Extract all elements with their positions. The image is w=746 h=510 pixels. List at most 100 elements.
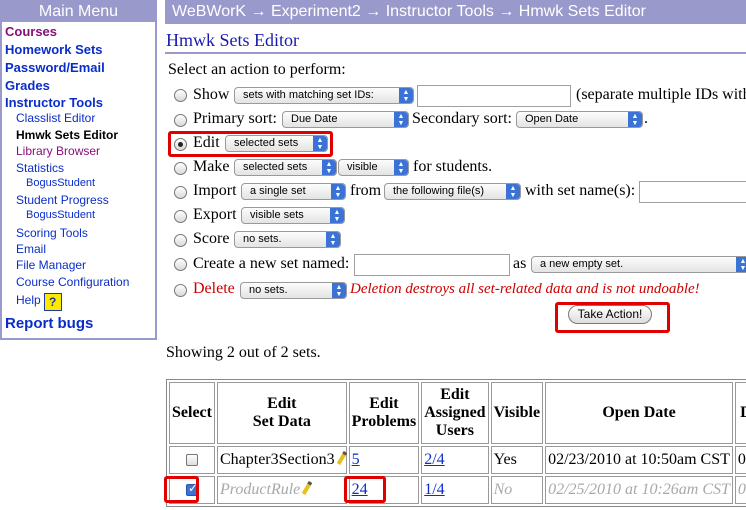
assigned-cell[interactable]: 2/4 [421, 446, 489, 474]
set-name-cell[interactable]: Chapter3Section3 [216, 446, 347, 474]
make-visibility-select[interactable]: visible ▲ ▼ [338, 159, 409, 176]
classlist-editor-link[interactable]: Classlist Editor [16, 111, 95, 125]
chevron-updown-icon: ▲ ▼ [330, 208, 344, 223]
course-configuration-link[interactable]: Course Configuration [16, 275, 129, 289]
main-menu-title: Main Menu [2, 2, 155, 22]
table-header-row: Select Edit Set Data Edit Problems Edit Ass… [169, 382, 746, 444]
create-radio[interactable] [174, 258, 187, 271]
make-radio[interactable] [174, 162, 187, 175]
assigned-users-link[interactable]: 2/4 [424, 451, 444, 468]
col-open-date-header[interactable]: Open Date [545, 382, 733, 444]
help-icon[interactable]: ? [43, 293, 62, 311]
chevron-updown-icon: ▲ ▼ [331, 184, 345, 199]
statistics-link[interactable]: Statistics [16, 161, 64, 175]
courses-link[interactable]: Courses [5, 24, 57, 39]
assigned-users-link[interactable]: 1/4 [424, 481, 444, 498]
problems-cell[interactable]: 5 [348, 446, 420, 474]
sets-table: Select Edit Set Data Edit Problems Edit Ass… [166, 379, 746, 507]
show-radio[interactable] [174, 89, 187, 102]
title-divider [165, 52, 746, 54]
chevron-updown-icon: ▲ ▼ [399, 88, 413, 103]
delete-warning: Deletion destroys all set-related data a… [350, 281, 700, 297]
make-sets-select[interactable]: selected sets ▲ ▼ [234, 159, 337, 176]
pencil-icon[interactable] [302, 480, 313, 496]
primary-sort-select[interactable]: Due Date ▲ ▼ [282, 111, 409, 128]
chevron-updown-icon: ▲ ▼ [313, 136, 327, 151]
show-select[interactable]: sets with matching set IDs: ▲ ▼ [234, 87, 414, 104]
chevron-updown-icon: ▲ ▼ [506, 184, 520, 199]
visible-cell: No [490, 476, 544, 504]
pencil-icon[interactable] [336, 450, 347, 466]
delete-select[interactable]: no sets. ▲ ▼ [240, 282, 347, 299]
report-bugs-link[interactable]: Report bugs [5, 315, 93, 332]
assigned-cell[interactable]: 1/4 [421, 476, 489, 504]
student-progress-link[interactable]: Student Progress [16, 193, 109, 207]
file-manager-link[interactable]: File Manager [16, 258, 86, 272]
col-due-date-header[interactable]: D [734, 382, 746, 444]
create-set-name-input[interactable] [354, 254, 510, 276]
table-row: ProductRule 24 1/4 No 02/25/2010 at 10:2… [169, 476, 746, 504]
help-link[interactable]: Help [16, 293, 41, 307]
hmwk-sets-editor-current: Hmwk Sets Editor [16, 128, 119, 142]
password-email-link[interactable]: Password/Email [5, 60, 105, 75]
delete-label: Delete [193, 280, 235, 297]
show-ids-input[interactable] [417, 85, 571, 107]
row-select-cell[interactable] [169, 446, 215, 474]
action-prompt: Select an action to perform: [168, 61, 346, 78]
breadcrumb: WeBWorK → Experiment2 → Instructor Tools… [165, 0, 746, 24]
export-radio[interactable] [174, 210, 187, 223]
open-date-cell: 02/25/2010 at 10:26am CST [545, 476, 733, 504]
showing-count: Showing 2 out of 2 sets. [166, 344, 321, 361]
library-browser-link[interactable]: Library Browser [16, 144, 100, 158]
chevron-updown-icon: ▲ ▼ [628, 112, 642, 127]
homework-sets-link[interactable]: Homework Sets [5, 42, 103, 57]
instructor-tools-link[interactable]: Instructor Tools [5, 95, 103, 110]
main-menu: Main Menu Courses Homework Sets Password… [0, 0, 157, 340]
score-select[interactable]: no sets. ▲ ▼ [234, 231, 341, 248]
help-item[interactable]: Help? [16, 293, 62, 311]
email-link[interactable]: Email [16, 242, 46, 256]
import-from-label: from [350, 182, 382, 199]
col-edit-assigned-header[interactable]: Edit Assigned Users [421, 382, 489, 444]
checkbox-highlight-box [164, 476, 199, 503]
grades-link[interactable]: Grades [5, 78, 50, 93]
make-suffix: for students. [413, 158, 493, 175]
chevron-updown-icon: ▲ ▼ [326, 232, 340, 247]
col-select-header: Select [169, 382, 215, 444]
take-action-button[interactable]: Take Action! [568, 305, 652, 324]
col-edit-problems-header[interactable]: Edit Problems [348, 382, 420, 444]
col-edit-set-data-header[interactable]: Edit Set Data [216, 382, 347, 444]
import-radio[interactable] [174, 186, 187, 199]
export-select[interactable]: visible sets ▲ ▼ [241, 207, 345, 224]
edit-label: Edit [193, 134, 220, 151]
set-name-cell[interactable]: ProductRule [216, 476, 347, 504]
visible-cell: Yes [490, 446, 544, 474]
score-radio[interactable] [174, 234, 187, 247]
edit-radio[interactable] [174, 138, 187, 151]
chevron-updown-icon: ▲ ▼ [394, 112, 408, 127]
make-label: Make [193, 158, 230, 175]
delete-radio[interactable] [174, 284, 187, 297]
progress-bogus-student-link[interactable]: BogusStudent [26, 209, 95, 221]
import-source-select[interactable]: the following file(s) ▲ ▼ [384, 183, 521, 200]
import-count-select[interactable]: a single set ▲ ▼ [241, 183, 346, 200]
create-label: Create a new set named: [193, 255, 350, 272]
page-title: Hmwk Sets Editor [166, 30, 299, 50]
secondary-sort-label: Secondary sort: [412, 110, 512, 127]
export-label: Export [193, 206, 237, 223]
secondary-sort-select[interactable]: Open Date ▲ ▼ [516, 111, 643, 128]
col-visible-header[interactable]: Visible [490, 382, 544, 444]
create-type-select[interactable]: a new empty set. ▲ ▼ [531, 256, 746, 273]
primary-sort-label: Primary sort: [193, 110, 277, 127]
sort-radio[interactable] [174, 114, 187, 127]
row-checkbox[interactable] [185, 454, 198, 467]
score-label: Score [193, 230, 230, 247]
edit-select[interactable]: selected sets ▲ ▼ [225, 135, 328, 152]
problems-link[interactable]: 5 [352, 451, 360, 468]
problems-highlight-box [344, 476, 386, 503]
scoring-tools-link[interactable]: Scoring Tools [16, 226, 88, 240]
statistics-bogus-student-link[interactable]: BogusStudent [26, 177, 95, 189]
show-ids-note: (separate multiple IDs with [576, 86, 746, 103]
import-set-name-input[interactable] [639, 181, 746, 203]
import-label: Import [193, 182, 237, 199]
